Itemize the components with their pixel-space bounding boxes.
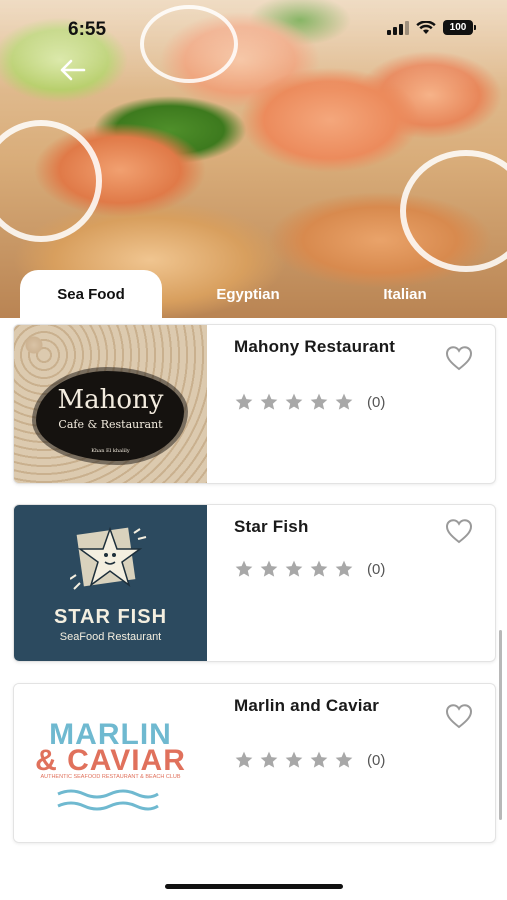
waves-icon: [57, 789, 159, 811]
restaurant-logo-mahony: Mahony Cafe & Restaurant Khan El khalily: [14, 325, 207, 483]
logo-tagline: Khan El khalily: [91, 448, 130, 454]
logo-subtitle: AUTHENTIC SEAFOOD RESTAURANT & BEACH CLU…: [40, 774, 181, 780]
star-icon: [310, 560, 328, 577]
restaurant-card-star-fish[interactable]: STAR FISH SeaFood Restaurant Star Fish (…: [13, 504, 496, 662]
heart-outline-icon[interactable]: [445, 703, 473, 729]
star-icon: [335, 560, 353, 577]
restaurant-name: Marlin and Caviar: [234, 696, 380, 715]
star-icon: [235, 393, 253, 410]
heart-outline-icon[interactable]: [445, 518, 473, 544]
star-rating: (0): [234, 392, 385, 412]
arrow-left-icon: [60, 59, 86, 81]
star-rating: (0): [234, 559, 385, 579]
star-icon: [310, 393, 328, 410]
tab-sea-food[interactable]: Sea Food: [20, 270, 162, 318]
tab-label: Italian: [383, 285, 427, 303]
heart-outline-icon[interactable]: [445, 345, 473, 371]
tab-label: Sea Food: [57, 285, 125, 303]
status-bar: 6:55 100: [0, 0, 507, 60]
restaurant-card-mahony[interactable]: Mahony Cafe & Restaurant Khan El khalily…: [13, 324, 496, 484]
restaurant-name: Star Fish: [234, 517, 309, 536]
star-icon: [335, 393, 353, 410]
restaurant-logo-marlin-and-caviar: MARLIN & CAVIAR AUTHENTIC SEAFOOD RESTAU…: [14, 684, 207, 842]
signal-icon: [387, 20, 409, 35]
star-icon: [285, 751, 303, 768]
scrollbar[interactable]: [499, 630, 502, 820]
star-icon: [260, 560, 278, 577]
star-icon: [260, 751, 278, 768]
star-icon: [260, 393, 278, 410]
review-count: (0): [367, 560, 386, 578]
star-icon: [285, 393, 303, 410]
star-icon: [285, 560, 303, 577]
wifi-icon: [416, 20, 436, 34]
star-icon: [235, 751, 253, 768]
tab-egyptian[interactable]: Egyptian: [185, 270, 311, 318]
back-button[interactable]: [56, 56, 88, 84]
battery-icon: 100: [443, 20, 476, 35]
logo-title-line2: & CAVIAR: [35, 744, 186, 777]
tab-italian[interactable]: Italian: [345, 270, 465, 318]
restaurant-name: Mahony Restaurant: [234, 337, 396, 356]
restaurant-card-marlin-and-caviar[interactable]: MARLIN & CAVIAR AUTHENTIC SEAFOOD RESTAU…: [13, 683, 496, 843]
review-count: (0): [367, 751, 386, 769]
tab-label: Egyptian: [216, 285, 280, 303]
star-rating: (0): [234, 750, 385, 770]
logo-subtitle: Cafe & Restaurant: [58, 418, 163, 431]
restaurant-logo-star-fish: STAR FISH SeaFood Restaurant: [14, 505, 207, 661]
review-count: (0): [367, 393, 386, 411]
status-time: 6:55: [68, 19, 107, 40]
category-tabs: Sea Food Egyptian Italian: [0, 270, 507, 318]
starfish-logo-icon: [70, 526, 147, 590]
logo-title: STAR FISH: [53, 606, 168, 628]
star-icon: [335, 751, 353, 768]
restaurant-list: Mahony Cafe & Restaurant Khan El khalily…: [0, 318, 507, 900]
star-icon: [310, 751, 328, 768]
logo-subtitle: SeaFood Restaurant: [59, 631, 162, 643]
logo-title: Mahony: [57, 385, 164, 415]
star-icon: [235, 560, 253, 577]
home-indicator[interactable]: [165, 884, 343, 889]
status-icons: 100: [387, 20, 476, 35]
